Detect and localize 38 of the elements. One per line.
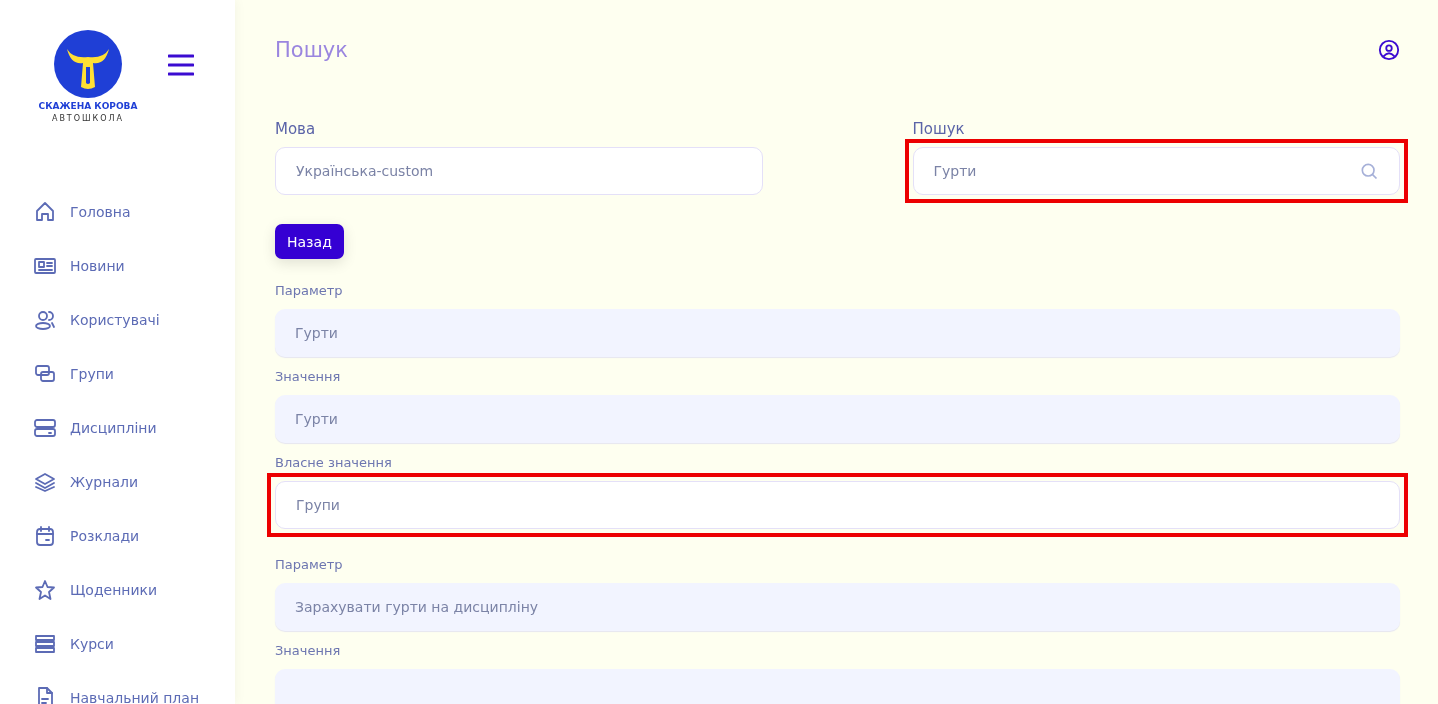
field-label: Параметр [275,283,344,299]
field-label: Власне значення [275,455,393,471]
sidebar-item[interactable]: Щоденники [33,563,235,617]
users-icon [33,308,57,332]
search-icon [1359,161,1379,181]
field-label: Пошук [912,120,966,138]
search-field[interactable]: Гурти [912,147,1400,195]
sidebar-item[interactable]: Головна [33,185,235,239]
logo-name: СКАЖЕНА КОРОВА [38,101,138,111]
sidebar-item[interactable]: Користувачі [33,293,235,347]
layers-icon [33,470,57,494]
sidebar-item[interactable]: Дисципліни [33,401,235,455]
field-label: Мова [275,120,317,138]
sidebar-item[interactable]: Розклади [33,509,235,563]
home-icon [33,200,57,224]
drawer-icon [33,416,57,440]
field-label: Значення [275,369,342,385]
server-icon [33,632,57,656]
star-icon [33,578,57,602]
field-label: Параметр [275,557,344,573]
sidebar-item[interactable]: Групи [33,347,235,401]
logo-subtitle: АВТОШКОЛА [51,114,125,123]
page-title: Пошук [275,38,348,62]
bull-logo-icon [53,29,123,99]
sidebar-item[interactable]: Новини [33,239,235,293]
sidebar-item[interactable]: Курси [33,617,235,671]
readonly-field: Зарахувати гурти на дисципліну [275,583,1400,631]
menu-icon[interactable] [168,54,194,76]
sidebar-item[interactable]: Навчальний план [33,671,235,704]
field-label: Значення [275,643,342,659]
input-field[interactable]: Групи [275,481,1400,529]
back-button[interactable]: Назад [275,224,344,259]
readonly-field: Гурти [275,395,1400,443]
calendar-icon [33,524,57,548]
readonly-field: Гурти [275,309,1400,357]
user-account-icon[interactable] [1378,39,1400,61]
language-select[interactable]: Українська-custom [275,147,763,195]
sidebar-item[interactable]: Журнали [33,455,235,509]
